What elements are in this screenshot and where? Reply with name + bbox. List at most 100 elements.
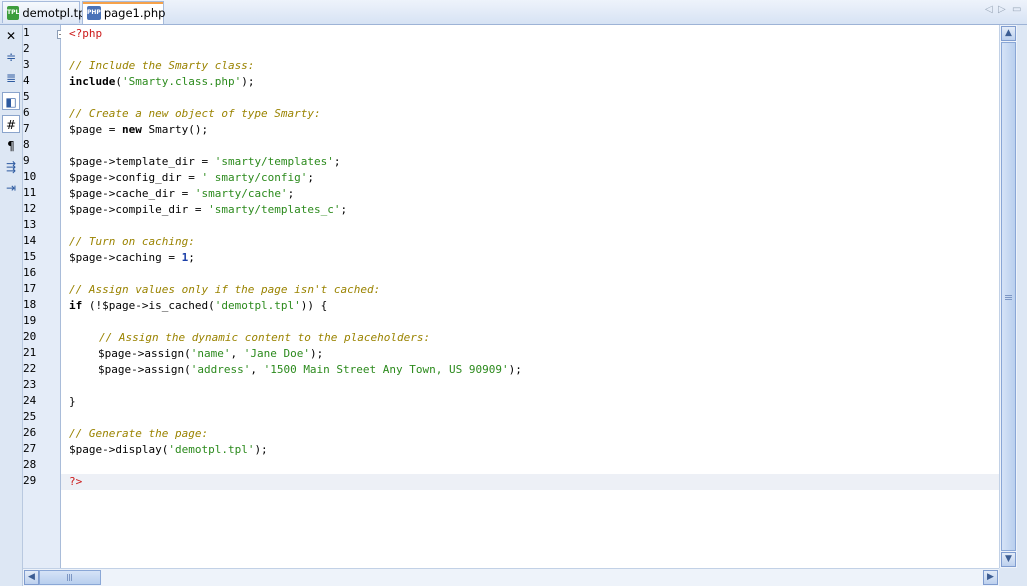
code-text: ; <box>340 203 348 216</box>
line-number: 10 <box>23 170 37 183</box>
code-text: ); <box>241 75 255 88</box>
editor-side-toolbar: ✕ ≑ ≣ ◧ # ¶ ⇶ ⇥ <box>0 25 23 586</box>
scroll-left-icon[interactable]: ◀ <box>24 570 39 585</box>
indent-icon[interactable]: ⇥ <box>2 179 20 197</box>
grip-line <box>1005 299 1012 300</box>
code-text: $page = <box>69 123 122 136</box>
code-line: $page->cache_dir = 'smarty/cache'; <box>69 186 294 202</box>
vertical-scroll-thumb[interactable] <box>1001 42 1016 551</box>
line-number: 20 <box>23 330 37 343</box>
code-line: $page = new Smarty(); <box>69 122 208 138</box>
code-line: $page->template_dir = 'smarty/templates'… <box>69 154 341 170</box>
grip-line <box>1005 295 1012 296</box>
line-number: 22 <box>23 362 37 375</box>
shift-line-down-icon[interactable]: ≣ <box>2 69 20 87</box>
line-number: 21 <box>23 346 37 359</box>
code-text: (!$page->is_cached( <box>82 299 215 312</box>
format-code-icon[interactable]: ⇶ <box>2 158 20 176</box>
code-string: 'Jane Doe' <box>243 347 310 360</box>
grip-line <box>71 574 72 581</box>
php-open-tag: <?php <box>69 27 103 40</box>
line-number: 28 <box>23 458 37 471</box>
grip-line <box>69 574 70 581</box>
code-string: 'Smarty.class.php' <box>121 75 242 88</box>
code-keyword: new <box>121 123 142 136</box>
line-number: 27 <box>23 442 37 455</box>
code-comment: // Turn on caching: <box>69 235 195 248</box>
code-line: $page->compile_dir = 'smarty/templates_c… <box>69 202 347 218</box>
current-line-highlight <box>61 474 999 490</box>
code-text: ); <box>309 347 324 360</box>
code-text: $page->compile_dir = <box>69 203 209 216</box>
code-text: ( <box>115 75 122 88</box>
scroll-tabs-left-icon[interactable]: ◁ <box>985 4 993 15</box>
code-text: ; <box>188 251 195 264</box>
line-number: 11 <box>23 186 37 199</box>
code-text: ); <box>508 363 522 376</box>
line-number-gutter: 1 2 3 4 5 6 7 8 9 10 11 12 13 14 15 16 1… <box>23 25 61 568</box>
code-line: $page->display('demotpl.tpl'); <box>69 442 268 458</box>
code-keyword: include <box>69 75 116 88</box>
scrollbar-corner <box>999 568 1027 586</box>
scroll-up-icon[interactable]: ▲ <box>1001 26 1016 41</box>
line-number: 8 <box>23 138 30 151</box>
code-text: $page->assign( <box>98 363 191 376</box>
code-line: <?php <box>69 26 102 42</box>
line-number: 14 <box>23 234 37 247</box>
toggle-bookmark-icon[interactable]: ◧ <box>2 92 20 110</box>
shift-line-up-icon[interactable]: ≑ <box>2 48 20 66</box>
scroll-tabs-right-icon[interactable]: ▷ <box>998 4 1006 15</box>
code-text: $page->template_dir = <box>69 155 215 168</box>
line-numbers-icon[interactable]: # <box>2 115 20 133</box>
code-text: $page->cache_dir = <box>69 187 195 200</box>
code-line: if (!$page->is_cached('demotpl.tpl')) { <box>69 298 327 314</box>
grip-line <box>67 574 68 581</box>
tab-page1[interactable]: PHP page1.php <box>82 1 166 24</box>
line-number: 15 <box>23 250 37 263</box>
code-line: } <box>69 394 76 410</box>
line-number: 24 <box>23 394 37 407</box>
editor-tab-bar: TPL demotpl.tpl PHP page1.php ◁ ▷ ▭ <box>0 0 1027 25</box>
code-text: Smarty(); <box>141 123 209 136</box>
line-number: 16 <box>23 266 37 279</box>
line-number: 29 <box>23 474 37 487</box>
scroll-down-icon[interactable]: ▼ <box>1001 552 1016 567</box>
tab-demotpl[interactable]: TPL demotpl.tpl <box>2 1 89 23</box>
code-text: ; <box>307 171 315 184</box>
line-number: 6 <box>23 106 30 119</box>
line-number: 18 <box>23 298 37 311</box>
code-line: // Turn on caching: <box>69 234 195 250</box>
close-icon[interactable]: ✕ <box>2 27 20 45</box>
scroll-right-icon[interactable]: ▶ <box>983 570 998 585</box>
line-number: 26 <box>23 426 37 439</box>
code-comment: // Assign the dynamic content to the pla… <box>99 331 431 344</box>
line-number: 1 <box>23 26 30 39</box>
code-editor[interactable]: <?php // Include the Smarty class: inclu… <box>61 25 999 568</box>
horizontal-scroll-thumb[interactable] <box>39 570 101 585</box>
line-number: 9 <box>23 154 30 167</box>
horizontal-scrollbar[interactable]: ◀ ▶ <box>23 568 999 586</box>
tpl-file-icon: TPL <box>7 5 20 20</box>
code-keyword: if <box>69 299 83 312</box>
code-text: $page->assign( <box>98 347 191 360</box>
code-string: 'demotpl.tpl' <box>168 443 255 456</box>
show-whitespace-icon[interactable]: ¶ <box>2 137 20 155</box>
tab-list-icon[interactable]: ▭ <box>1012 4 1021 15</box>
line-number: 13 <box>23 218 37 231</box>
code-text: ; <box>287 187 295 200</box>
vertical-scrollbar[interactable]: ▲ ▼ <box>999 25 1017 568</box>
code-line: // Include the Smarty class: <box>69 58 254 74</box>
code-string: '1500 Main Street Any Town, US 90909' <box>263 363 509 376</box>
line-number: 19 <box>23 314 37 327</box>
code-line: $page->assign('address', '1500 Main Stre… <box>98 362 522 378</box>
code-string: ' smarty/config' <box>201 171 308 184</box>
line-number: 4 <box>23 74 30 87</box>
line-number: 17 <box>23 282 37 295</box>
code-text: )) { <box>300 299 328 312</box>
code-line: $page->assign('name', 'Jane Doe'); <box>98 346 323 362</box>
tab-label: page1.php <box>103 6 166 20</box>
code-string: 'smarty/templates_c' <box>208 203 341 216</box>
grip-line <box>1005 297 1012 298</box>
code-line: $page->config_dir = ' smarty/config'; <box>69 170 314 186</box>
code-line: $page->caching = 1; <box>69 250 195 266</box>
